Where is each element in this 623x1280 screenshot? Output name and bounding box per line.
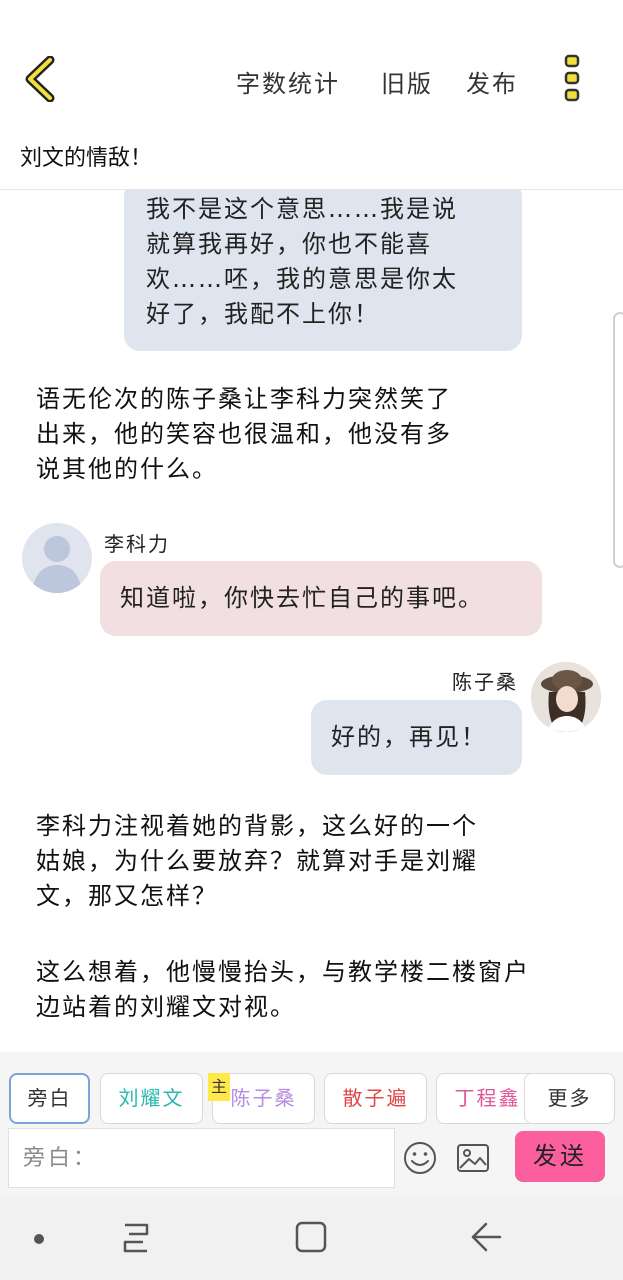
narration-line: 说其他的什么。 <box>36 455 218 483</box>
image-button[interactable] <box>455 1140 491 1176</box>
narration-block[interactable]: 语无伦次的陈子桑让李科力突然笑了 出来，他的笑容也很温和，他没有多 说其他的什么… <box>36 382 546 487</box>
message-line: 欢……呸，我的意思是你太 <box>146 265 458 293</box>
recents-icon <box>123 1223 149 1253</box>
system-nav-bar <box>0 1196 623 1280</box>
message-input[interactable] <box>9 1129 394 1187</box>
home-square-icon <box>295 1221 327 1253</box>
narration-line: 文，那又怎样？ <box>36 882 218 910</box>
narration-line: 语无伦次的陈子桑让李科力突然笑了 <box>36 385 452 413</box>
nav-dot-button[interactable] <box>32 1231 46 1250</box>
message-line: 我不是这个意思……我是说 <box>146 195 458 223</box>
more-vertical-icon <box>564 54 580 102</box>
character-chip-narrator[interactable]: 旁白 <box>9 1073 90 1124</box>
character-chip[interactable]: 刘耀文 <box>100 1073 203 1124</box>
narration-line: 出来，他的笑容也很温和，他没有多 <box>36 420 452 448</box>
send-button[interactable]: 发送 <box>515 1131 605 1182</box>
story-content[interactable]: 我不是这个意思……我是说 就算我再好，你也不能喜 欢……呸，我的意思是你太 好了… <box>0 190 623 1052</box>
message-line: 好了，我配不上你！ <box>146 300 380 328</box>
nav-dot-icon <box>34 1234 44 1244</box>
main-character-badge: 主 <box>208 1073 230 1101</box>
character-chip[interactable]: 散子遍 <box>324 1073 427 1124</box>
speaker-name: 陈子桑 <box>452 670 518 694</box>
old-version-button[interactable]: 旧版 <box>381 64 433 99</box>
top-bar: 字数统计 旧版 发布 <box>0 0 623 130</box>
image-icon <box>457 1144 489 1172</box>
document-title[interactable]: 刘文的情敌！ <box>20 140 152 172</box>
word-count-button[interactable]: 字数统计 <box>236 64 340 99</box>
narration-line: 李科力注视着她的背影，这么好的一个 <box>36 812 478 840</box>
emoji-icon <box>404 1142 436 1174</box>
emoji-button[interactable] <box>402 1140 438 1176</box>
system-back-button[interactable] <box>468 1220 504 1258</box>
publish-button[interactable]: 发布 <box>466 64 518 99</box>
avatar-chen-zisang[interactable] <box>531 662 601 732</box>
speaker-name: 李科力 <box>104 532 170 556</box>
message-input-box[interactable] <box>8 1128 395 1188</box>
avatar-photo <box>531 662 601 732</box>
more-menu-button[interactable] <box>563 54 583 104</box>
scrollbar-handle[interactable] <box>613 312 623 568</box>
narration-line: 姑娘，为什么要放弃？就算对手是刘耀 <box>36 847 478 875</box>
back-chevron-icon <box>25 55 55 103</box>
user-placeholder-icon <box>32 536 82 593</box>
message-bubble-incoming[interactable]: 知道啦，你快去忙自己的事吧。 <box>100 561 542 636</box>
narration-block[interactable]: 这么想着，他慢慢抬头，与教学楼二楼窗户 边站着的刘耀文对视。 <box>36 955 596 1025</box>
avatar-placeholder-li-keli[interactable] <box>22 523 92 593</box>
message-line: 就算我再好，你也不能喜 <box>146 230 432 258</box>
message-bubble-outgoing[interactable]: 好的，再见！ <box>311 700 522 775</box>
narration-line: 边站着的刘耀文对视。 <box>36 993 296 1021</box>
back-arrow-icon <box>471 1222 502 1252</box>
narration-block[interactable]: 李科力注视着她的背影，这么好的一个 姑娘，为什么要放弃？就算对手是刘耀 文，那又… <box>36 809 546 914</box>
back-button[interactable] <box>22 55 62 103</box>
message-bubble[interactable]: 我不是这个意思……我是说 就算我再好，你也不能喜 欢……呸，我的意思是你太 好了… <box>124 190 522 351</box>
recents-button[interactable] <box>119 1222 153 1258</box>
home-button[interactable] <box>294 1220 328 1258</box>
narration-line: 这么想着，他慢慢抬头，与教学楼二楼窗户 <box>36 958 530 986</box>
more-characters-button[interactable]: 更多 <box>524 1073 615 1124</box>
